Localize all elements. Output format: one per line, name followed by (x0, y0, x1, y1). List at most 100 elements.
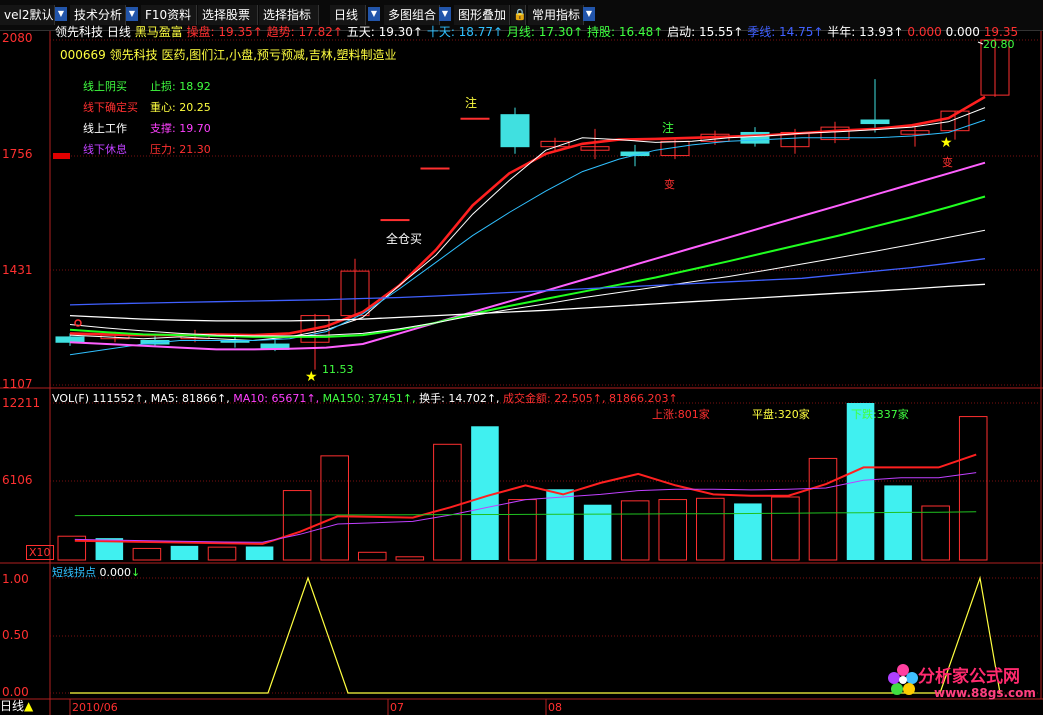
volume-bar (433, 443, 462, 561)
readout-3: 十天: 18.77↑ (423, 25, 504, 39)
vol-value: 111552 (92, 392, 135, 405)
stock-code: 000669 (60, 48, 106, 62)
ma-line-季线 (69, 258, 986, 306)
brand-watermark: 分析家公式网 www.88gs.com (888, 660, 1038, 708)
turning-point-label: 短线拐点 (52, 566, 96, 579)
watch-label-1: 注 (465, 96, 478, 110)
signal-label: 线下确定买 (83, 101, 138, 114)
buy-star-icon: ★ (305, 369, 318, 385)
tp-axis-mid: 0.50 (2, 628, 29, 642)
signal-value: 止损: 18.92 (150, 80, 211, 93)
volume-bar (620, 500, 650, 561)
volume-bar (245, 546, 274, 560)
signal-value: 重心: 20.25 (150, 101, 211, 114)
volume-bar (207, 546, 237, 561)
volume-header: VOL(F) 111552↑, MA5: 81866↑, MA10: 65671… (52, 392, 678, 405)
price-axis-top: 2080 (2, 31, 33, 45)
ma5-label: MA5 (150, 392, 175, 405)
volume-bar (357, 551, 387, 561)
volume-ma-MA150 (74, 511, 977, 517)
signal-row: 线下休息 压力: 21.30 (83, 141, 223, 156)
price-axis-bottom: 1107 (2, 377, 33, 391)
turning-point-value: 0.000 (99, 566, 132, 579)
indicator-name: 黑马盈富 (134, 25, 183, 39)
volume-bar (170, 545, 199, 560)
warning-triangle-icon: ▲ (24, 699, 34, 713)
volume-axis-mid: 6106 (2, 473, 33, 487)
change-label-2: 变 (942, 156, 953, 169)
signal-label: 线上阴买 (83, 80, 127, 93)
volume-bar (734, 503, 762, 560)
candle-body (500, 114, 530, 148)
high-price-label: 20.80 (983, 38, 1015, 51)
stock-info-name: 领先科技 (109, 48, 158, 62)
amount-value: 22.505 (554, 392, 593, 405)
low-price-label: 11.53 (322, 363, 354, 376)
price-axis-2: 1756 (2, 147, 33, 161)
volume-bar (583, 504, 612, 560)
volume-bar (696, 497, 725, 561)
indicator-readouts: 操盘: 19.35↑ 趋势: 17.82↑ 五天: 19.30↑ 十天: 18.… (187, 25, 904, 39)
trailing-value-2: 0.000 (945, 25, 980, 39)
volume-ma-MA10 (74, 472, 977, 543)
ma-line-启动 (69, 229, 986, 337)
volume-bar (884, 485, 912, 560)
readout-4: 月线: 17.30↑ (503, 25, 584, 39)
stock-info: 000669 领先科技 医药,图们江,小盘,预亏预减,吉林,塑料制造业 (60, 49, 397, 62)
market-down-count: 下跌:337家 (851, 408, 909, 421)
volume-bar (921, 505, 950, 561)
volume-bar (958, 416, 988, 561)
volume-bar (508, 499, 537, 561)
period-label: 日线 (106, 25, 131, 39)
stock-tags: 医药,图们江,小盘,预亏预减,吉林,塑料制造业 (161, 48, 397, 62)
readout-2: 五天: 19.30↑ (342, 25, 423, 39)
candle-body (420, 167, 450, 170)
candle-body (55, 336, 85, 343)
readout-8: 半年: 13.93↑ (823, 25, 904, 39)
date-label-2: 07 (390, 701, 404, 714)
volume-bar (282, 490, 312, 561)
ma-line-持股 (69, 195, 986, 338)
readout-1: 趋势: 17.82↑ (262, 25, 343, 39)
volume-bar (771, 496, 800, 561)
candle-body (380, 219, 410, 222)
volume-bar (132, 547, 162, 561)
signal-value: 压力: 21.30 (150, 143, 211, 156)
volume-bar (546, 489, 574, 560)
signal-panel: 线上阴买 止损: 18.92 线下确定买 重心: 20.25 线上工作 支撑: 19.70… (53, 66, 218, 156)
stock-name: 领先科技 (55, 25, 104, 39)
volume-bar (320, 455, 349, 561)
price-axis-3: 1431 (2, 263, 33, 277)
readout-0: 操盘: 19.35↑ (186, 25, 263, 39)
volume-bar (846, 403, 875, 560)
ma150-value: 37451 (367, 392, 403, 405)
ma150-label: MA150 (322, 392, 361, 405)
bottom-period-label[interactable]: 日线▲ (0, 700, 33, 713)
volume-bar (808, 457, 838, 561)
tp-axis-top: 1.00 (2, 572, 29, 586)
signal-label: 线下休息 (83, 143, 127, 156)
volume-axis-top: 12211 (2, 396, 41, 410)
turning-point-header: 短线拐点 0.000↓ (52, 566, 141, 579)
market-up-count: 上涨:801家 (652, 408, 710, 421)
signal-label: 线上工作 (83, 122, 127, 135)
trailing-value-1: 0.000 (907, 25, 942, 39)
volume-bar (658, 499, 688, 561)
turnover-label: 换手 (419, 392, 442, 405)
signal-row: 线上工作 支撑: 19.70 (83, 120, 223, 135)
amount-tail: 81866.203 (608, 392, 669, 405)
readout-5: 持股: 16.48↑ (583, 25, 664, 39)
brand-title: 分析家公式网 (918, 667, 1020, 687)
signal-value: 支撑: 19.70 (150, 122, 211, 135)
ma10-value: 65671 (271, 392, 307, 405)
date-label-1: 2010/06 (72, 701, 118, 714)
turnover-value: 14.702 (448, 392, 487, 405)
ma10-label: MA10 (233, 392, 265, 405)
watch-label-2: 注 (662, 121, 675, 135)
amount-label: 成交金额 (503, 392, 548, 405)
bottom-period-text: 日线 (0, 699, 25, 713)
full-buy-label: 全仓买 (386, 232, 423, 246)
sell-star-icon: ★ (940, 135, 953, 151)
candle-body (460, 117, 490, 120)
change-label-1: 变 (664, 178, 675, 191)
